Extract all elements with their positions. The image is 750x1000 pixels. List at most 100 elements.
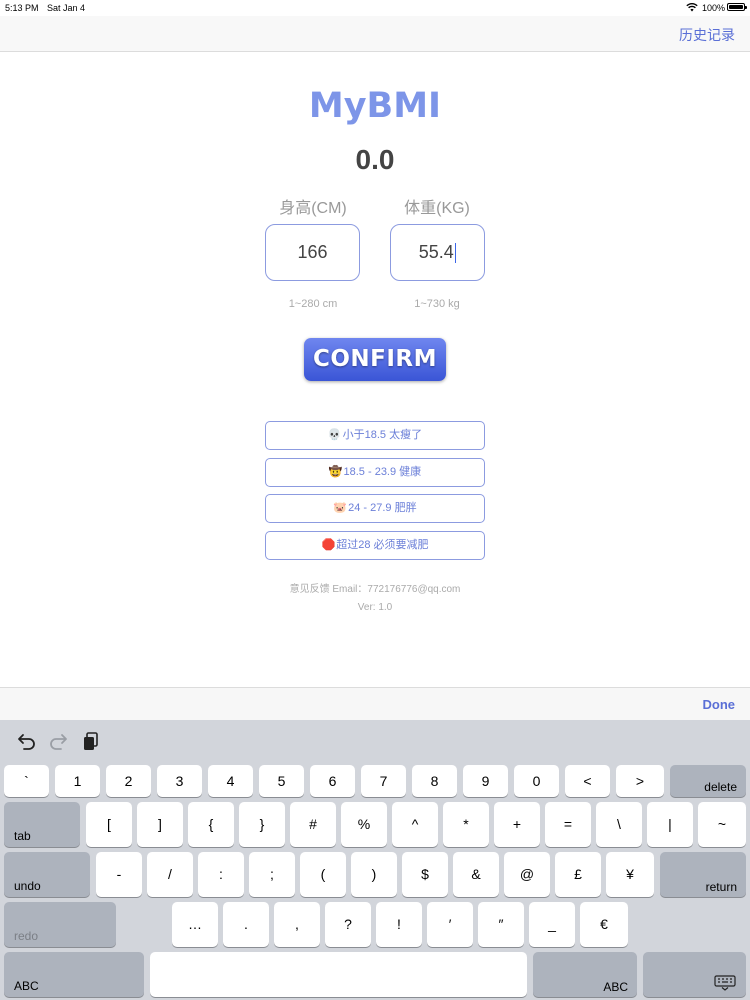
- category-obese-button[interactable]: 🛑超过28 必须要减肥: [265, 531, 485, 560]
- key[interactable]: 7: [361, 765, 406, 797]
- battery-icon: [727, 3, 747, 11]
- tab-key-label: tab: [14, 829, 31, 843]
- abc-key-label: ABC: [603, 980, 628, 994]
- key[interactable]: %: [341, 802, 387, 847]
- key[interactable]: (: [300, 852, 346, 897]
- wifi-icon: [686, 2, 698, 12]
- key[interactable]: &: [453, 852, 499, 897]
- key[interactable]: #: [290, 802, 336, 847]
- key[interactable]: \: [596, 802, 642, 847]
- keyboard-dismiss-icon: [714, 975, 736, 991]
- key[interactable]: 8: [412, 765, 457, 797]
- pig-face-icon: 🐷: [333, 502, 348, 514]
- status-bar: 5:13 PM Sat Jan 4 100%: [0, 0, 750, 16]
- abc-key-left[interactable]: ABC: [4, 952, 144, 997]
- key[interactable]: @: [504, 852, 550, 897]
- key[interactable]: ^: [392, 802, 438, 847]
- height-input[interactable]: 166: [265, 224, 360, 281]
- category-healthy-button[interactable]: 🤠18.5 - 23.9 健康: [265, 458, 485, 487]
- key[interactable]: ′: [427, 902, 473, 947]
- key[interactable]: <: [565, 765, 610, 797]
- key[interactable]: [: [86, 802, 132, 847]
- confirm-button[interactable]: CONFIRM: [304, 338, 446, 381]
- skull-icon: 💀: [327, 429, 342, 441]
- category-label: 超过28 必须要减肥: [336, 539, 429, 551]
- key[interactable]: 0: [514, 765, 559, 797]
- weight-label: 体重(KG): [404, 200, 470, 217]
- key[interactable]: $: [402, 852, 448, 897]
- key[interactable]: *: [443, 802, 489, 847]
- keyboard: ` 1 2 3 4 5 6 7 8 9 0 < > delete tab [ ]…: [0, 720, 750, 1000]
- key[interactable]: 1: [55, 765, 100, 797]
- key[interactable]: _: [529, 902, 575, 947]
- key[interactable]: …: [172, 902, 218, 947]
- history-button[interactable]: 历史记录: [679, 25, 735, 45]
- key[interactable]: !: [376, 902, 422, 947]
- key[interactable]: 9: [463, 765, 508, 797]
- battery-percent: 100%: [702, 3, 726, 13]
- redo-key-label: redo: [14, 929, 39, 943]
- key[interactable]: ~: [698, 802, 746, 847]
- bmi-result: 0.0: [355, 144, 395, 175]
- key[interactable]: {: [188, 802, 234, 847]
- key[interactable]: 3: [157, 765, 202, 797]
- weight-input[interactable]: 55.4: [390, 224, 485, 281]
- navigation-bar: 历史记录: [0, 16, 750, 52]
- key[interactable]: =: [545, 802, 591, 847]
- category-underweight-button[interactable]: 💀小于18.5 太瘦了: [265, 421, 485, 450]
- key[interactable]: 6: [310, 765, 355, 797]
- category-label: 24 - 27.9 肥胖: [348, 502, 417, 514]
- weight-input-value: 55.4: [418, 242, 454, 262]
- undo-icon[interactable]: [15, 730, 37, 752]
- key[interactable]: -: [96, 852, 142, 897]
- key[interactable]: €: [580, 902, 628, 947]
- keyboard-accessory-bar: Done: [0, 687, 750, 720]
- tab-key[interactable]: tab: [4, 802, 80, 847]
- height-range-hint: 1~280 cm: [288, 298, 338, 310]
- height-input-value: 166: [297, 242, 328, 262]
- key[interactable]: .: [223, 902, 269, 947]
- key[interactable]: `: [4, 765, 49, 797]
- key[interactable]: ,: [274, 902, 320, 947]
- text-caret: [454, 243, 457, 264]
- return-key[interactable]: return: [660, 852, 746, 897]
- space-key[interactable]: [150, 952, 527, 997]
- key[interactable]: |: [647, 802, 693, 847]
- dismiss-keyboard-key[interactable]: [643, 952, 746, 997]
- key[interactable]: ): [351, 852, 397, 897]
- category-overweight-button[interactable]: 🐷24 - 27.9 肥胖: [265, 494, 485, 523]
- category-label: 18.5 - 23.9 健康: [343, 466, 422, 478]
- key[interactable]: 5: [259, 765, 304, 797]
- key[interactable]: }: [239, 802, 285, 847]
- key[interactable]: £: [555, 852, 601, 897]
- key[interactable]: :: [198, 852, 244, 897]
- category-label: 小于18.5 太瘦了: [342, 429, 423, 441]
- key[interactable]: 2: [106, 765, 151, 797]
- paste-icon[interactable]: [80, 730, 102, 752]
- key[interactable]: +: [494, 802, 540, 847]
- undo-key[interactable]: undo: [4, 852, 90, 897]
- key[interactable]: 4: [208, 765, 253, 797]
- status-date: Sat Jan 4: [47, 3, 86, 13]
- key[interactable]: /: [147, 852, 193, 897]
- feedback-email: 意见反馈 Email：772176776@qq.com: [289, 584, 461, 595]
- key[interactable]: ?: [325, 902, 371, 947]
- redo-icon[interactable]: [48, 730, 70, 752]
- redo-key[interactable]: redo: [4, 902, 116, 947]
- return-key-label: return: [705, 880, 737, 894]
- cowboy-face-icon: 🤠: [328, 466, 343, 478]
- abc-key-right[interactable]: ABC: [533, 952, 637, 997]
- key[interactable]: ″: [478, 902, 524, 947]
- delete-key[interactable]: delete: [670, 765, 746, 797]
- undo-key-label: undo: [14, 879, 41, 893]
- key[interactable]: >: [616, 765, 664, 797]
- key[interactable]: ]: [137, 802, 183, 847]
- stop-sign-icon: 🛑: [321, 539, 336, 551]
- status-time: 5:13 PM: [5, 3, 39, 13]
- done-button[interactable]: Done: [703, 697, 736, 712]
- height-label: 身高(CM): [279, 200, 347, 217]
- abc-key-label: ABC: [14, 979, 39, 993]
- app-title: MyBMI: [308, 86, 442, 126]
- key[interactable]: ¥: [606, 852, 654, 897]
- key[interactable]: ;: [249, 852, 295, 897]
